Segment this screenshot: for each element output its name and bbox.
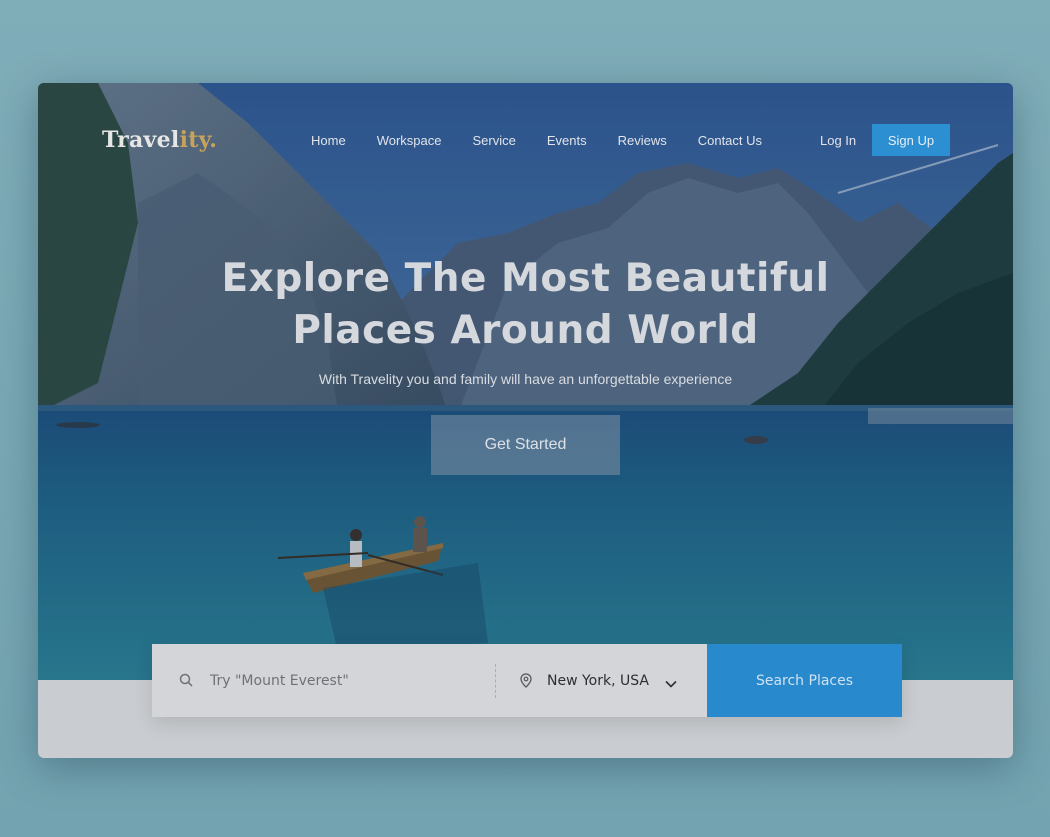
- nav-item-reviews[interactable]: Reviews: [618, 133, 667, 148]
- search-divider: [495, 664, 496, 698]
- search-icon: [179, 673, 193, 692]
- nav-item-contact-us[interactable]: Contact Us: [698, 133, 762, 148]
- location-value: New York, USA: [547, 673, 649, 689]
- search-bar: Try "Mount Everest" New York, USA Search…: [152, 644, 902, 717]
- get-started-button[interactable]: Get Started: [431, 415, 620, 475]
- logo-text-main: Travel: [102, 127, 180, 153]
- search-places-button[interactable]: Search Places: [707, 644, 902, 717]
- main-nav: Home Workspace Service Events Reviews Co…: [311, 133, 793, 148]
- hero-section: Travelity. Home Workspace Service Events…: [38, 83, 1013, 680]
- hero-headline-line-2: Places Around World: [292, 308, 759, 353]
- hero-subheadline: With Travelity you and family will have …: [318, 371, 733, 387]
- login-link[interactable]: Log In: [820, 133, 856, 148]
- hero-headline: Explore The Most Beautiful Places Around…: [38, 253, 1013, 357]
- nav-item-service[interactable]: Service: [472, 133, 515, 148]
- brand-logo[interactable]: Travelity.: [102, 127, 217, 153]
- hero-headline-line-1: Explore The Most Beautiful: [221, 256, 830, 301]
- location-pin-icon: [520, 673, 532, 693]
- nav-item-workspace[interactable]: Workspace: [377, 133, 442, 148]
- chevron-down-icon[interactable]: [665, 675, 677, 693]
- nav-item-events[interactable]: Events: [547, 133, 587, 148]
- signup-button[interactable]: Sign Up: [872, 124, 950, 156]
- nav-item-home[interactable]: Home: [311, 133, 346, 148]
- location-select[interactable]: New York, USA: [520, 644, 700, 717]
- search-input[interactable]: Try "Mount Everest": [152, 644, 496, 717]
- search-placeholder: Try "Mount Everest": [210, 673, 349, 689]
- landing-page-card: Travelity. Home Workspace Service Events…: [38, 83, 1013, 758]
- logo-text-accent: ity.: [179, 127, 218, 153]
